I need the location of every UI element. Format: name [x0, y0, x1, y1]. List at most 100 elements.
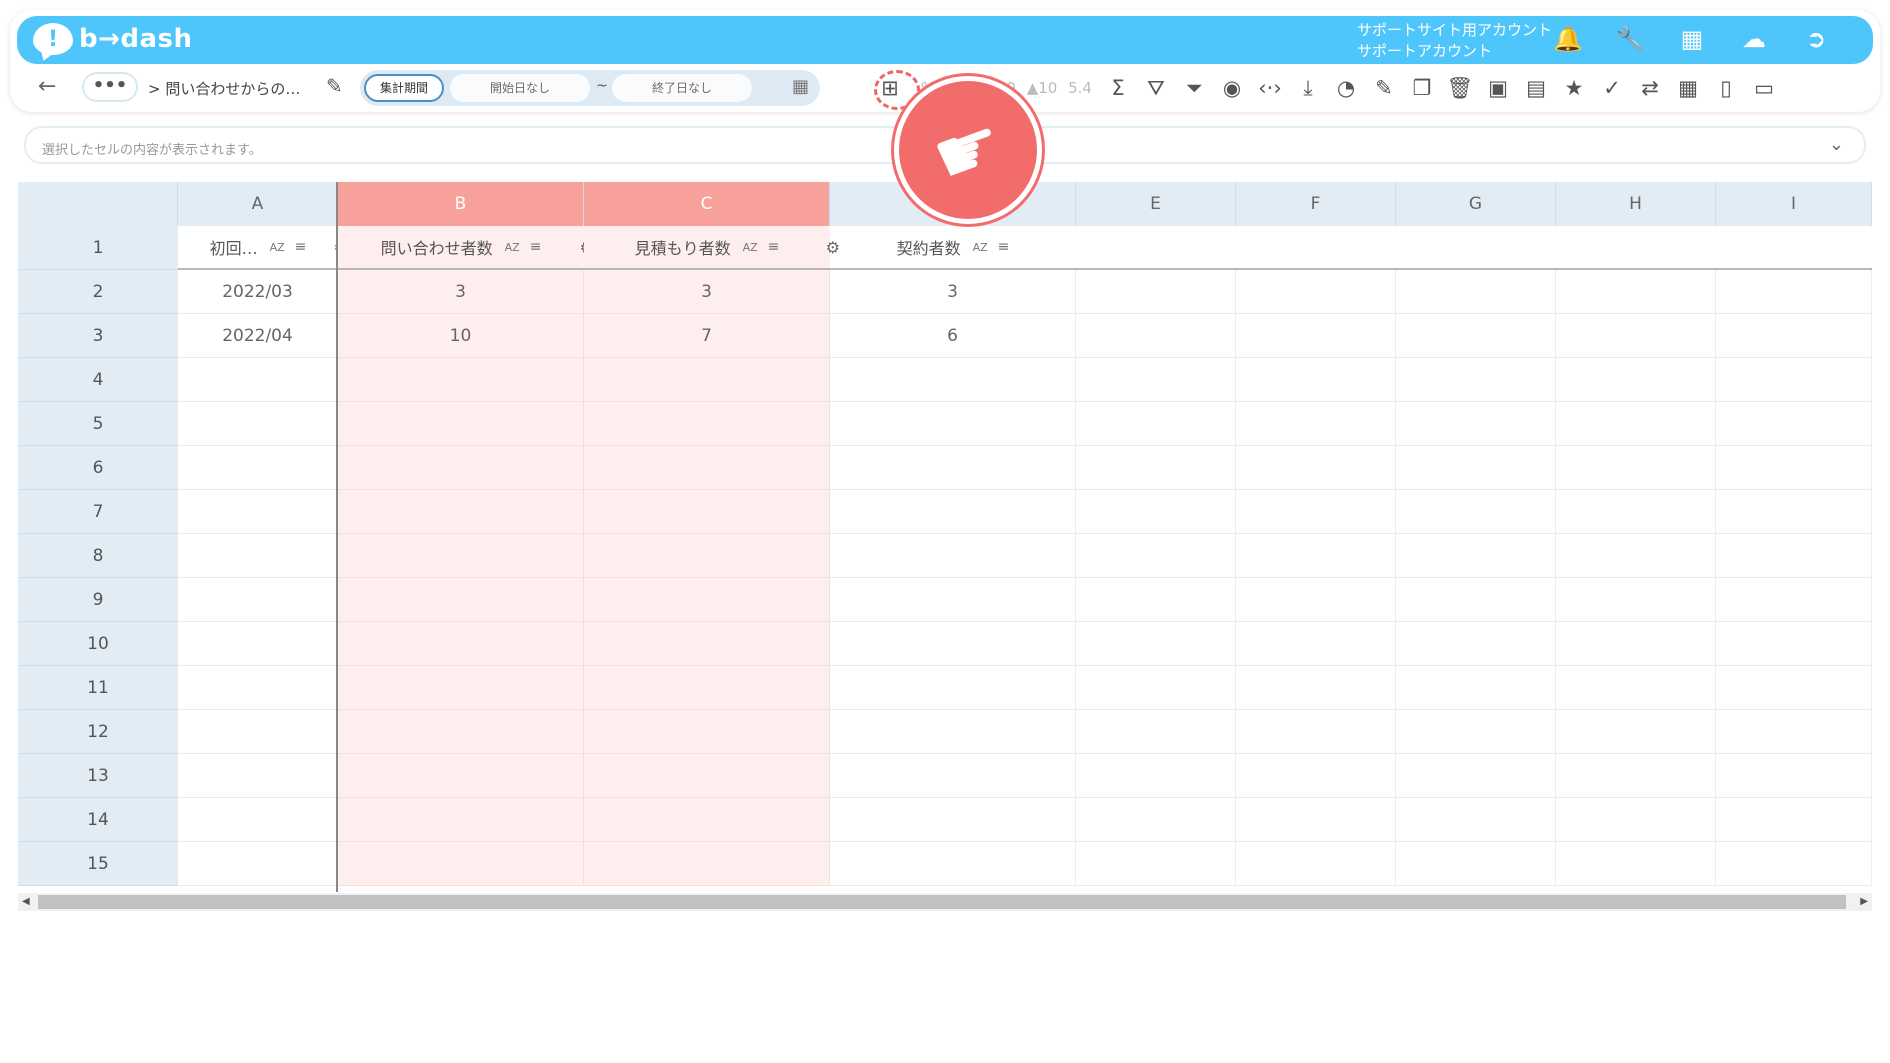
- grid-cell[interactable]: [1716, 754, 1872, 798]
- grid-cell[interactable]: [830, 358, 1076, 402]
- grid-cell[interactable]: [1716, 446, 1872, 490]
- grid-cell[interactable]: [1556, 270, 1716, 314]
- grid-cell[interactable]: [1076, 578, 1236, 622]
- grid-cell[interactable]: [178, 490, 338, 534]
- sort-icon[interactable]: AZ: [973, 241, 988, 254]
- row-header[interactable]: 15: [18, 842, 178, 886]
- grid-cell[interactable]: [1556, 622, 1716, 666]
- grid-cell[interactable]: [584, 842, 830, 886]
- grid-cell[interactable]: [1396, 842, 1556, 886]
- period-label-button[interactable]: 集計期間: [364, 74, 444, 102]
- grid-cell[interactable]: [178, 402, 338, 446]
- breadcrumb[interactable]: > 問い合わせからの…: [148, 78, 300, 99]
- grid-cell[interactable]: [178, 622, 338, 666]
- grid-cell[interactable]: [1236, 534, 1396, 578]
- grid-cell[interactable]: [338, 402, 584, 446]
- grid-cell[interactable]: 3: [584, 270, 830, 314]
- grid-cell[interactable]: [1716, 402, 1872, 446]
- grid-cell[interactable]: [178, 578, 338, 622]
- date-calendar-icon[interactable]: ▦: [792, 76, 809, 97]
- grid-cell[interactable]: [1396, 226, 1556, 270]
- grid-cell[interactable]: [584, 666, 830, 710]
- account-info[interactable]: サポートサイト用アカウント サポートアカウント: [1357, 20, 1552, 62]
- grid-cell[interactable]: [1556, 754, 1716, 798]
- column-header-b[interactable]: B: [338, 182, 584, 226]
- row-header[interactable]: 6: [18, 446, 178, 490]
- grid-cell[interactable]: [1556, 710, 1716, 754]
- filter-icon[interactable]: ≡: [295, 239, 307, 255]
- grid-cell[interactable]: [1396, 402, 1556, 446]
- filter-icon[interactable]: ≡: [998, 239, 1010, 255]
- sum-icon[interactable]: Σ: [1104, 74, 1132, 102]
- chart-icon[interactable]: ◔: [1332, 74, 1360, 102]
- grid-cell[interactable]: [584, 798, 830, 842]
- grid-cell[interactable]: [1556, 314, 1716, 358]
- field-header-cell[interactable]: 初回…AZ≡⚙: [178, 226, 348, 270]
- row-header[interactable]: 13: [18, 754, 178, 798]
- number-round-icon[interactable]: 5.4: [1066, 74, 1094, 102]
- grid-cell[interactable]: [1396, 270, 1556, 314]
- sort-icon[interactable]: AZ: [505, 241, 520, 254]
- grid-cell[interactable]: [1556, 534, 1716, 578]
- grid-cell[interactable]: [338, 534, 584, 578]
- grid-cell[interactable]: [1076, 710, 1236, 754]
- grid-cell[interactable]: [1556, 578, 1716, 622]
- grid-cell[interactable]: [830, 842, 1076, 886]
- scroll-left-icon[interactable]: ◀: [22, 893, 30, 911]
- grid-cell[interactable]: [584, 710, 830, 754]
- grid-cell[interactable]: [1076, 534, 1236, 578]
- grid-corner[interactable]: [18, 182, 178, 226]
- grid-cell[interactable]: [1716, 710, 1872, 754]
- field-header-cell[interactable]: 契約者数 AZ ≡: [830, 226, 1076, 270]
- filter-icon[interactable]: ≡: [768, 239, 780, 255]
- more-button[interactable]: •••: [82, 72, 138, 102]
- grid-cell[interactable]: [1236, 710, 1396, 754]
- grid-cell[interactable]: [1396, 754, 1556, 798]
- logo[interactable]: ! b→dash: [33, 23, 193, 55]
- trash-icon[interactable]: 🗑: [1446, 74, 1474, 102]
- row-header[interactable]: 14: [18, 798, 178, 842]
- grid-cell[interactable]: [1556, 798, 1716, 842]
- grid-cell[interactable]: [1236, 842, 1396, 886]
- row-header[interactable]: 4: [18, 358, 178, 402]
- grid-cell[interactable]: [1396, 798, 1556, 842]
- column-header-c[interactable]: C: [584, 182, 830, 226]
- end-date-field[interactable]: 終了日なし: [612, 74, 752, 102]
- grid-cell[interactable]: 6: [830, 314, 1076, 358]
- grid-cell[interactable]: [1716, 534, 1872, 578]
- grid-cell[interactable]: [1076, 226, 1236, 270]
- grid-cell[interactable]: [830, 402, 1076, 446]
- grid-cell[interactable]: [830, 798, 1076, 842]
- grid-cell[interactable]: [1556, 226, 1716, 270]
- column-header-a[interactable]: A: [178, 182, 338, 226]
- grid-cell[interactable]: [1076, 666, 1236, 710]
- grid-cell[interactable]: [1236, 402, 1396, 446]
- grid-cell[interactable]: [178, 534, 338, 578]
- start-date-field[interactable]: 開始日なし: [450, 74, 590, 102]
- apps-grid-icon[interactable]: ▦: [1675, 22, 1709, 56]
- grid-cell[interactable]: [1236, 798, 1396, 842]
- grid-cell[interactable]: [584, 534, 830, 578]
- grid-cell[interactable]: [1556, 490, 1716, 534]
- scroll-right-icon[interactable]: ▶: [1860, 893, 1868, 911]
- horizontal-scrollbar[interactable]: ◀ ▶: [18, 893, 1872, 911]
- grid-cell[interactable]: [1716, 622, 1872, 666]
- grid-cell[interactable]: [1076, 842, 1236, 886]
- filter-icon[interactable]: ≡: [530, 239, 542, 255]
- unarchive-icon[interactable]: ▤: [1522, 74, 1550, 102]
- grid-cell[interactable]: [1076, 314, 1236, 358]
- row-header[interactable]: 1: [18, 226, 178, 270]
- grid-cell[interactable]: [1556, 446, 1716, 490]
- grid-cell[interactable]: [1236, 226, 1396, 270]
- number-format-icon[interactable]: ▲10: [1027, 74, 1058, 102]
- grid-cell[interactable]: [1396, 358, 1556, 402]
- grid-cell[interactable]: [1556, 842, 1716, 886]
- grid-cell[interactable]: [1236, 666, 1396, 710]
- document-icon[interactable]: ▯: [1712, 74, 1740, 102]
- clipboard-icon[interactable]: ▭: [1750, 74, 1778, 102]
- row-header[interactable]: 9: [18, 578, 178, 622]
- grid-cell[interactable]: [178, 666, 338, 710]
- grid-cell[interactable]: [178, 842, 338, 886]
- code-icon[interactable]: ‹·›: [1256, 74, 1284, 102]
- grid-cell[interactable]: [1076, 270, 1236, 314]
